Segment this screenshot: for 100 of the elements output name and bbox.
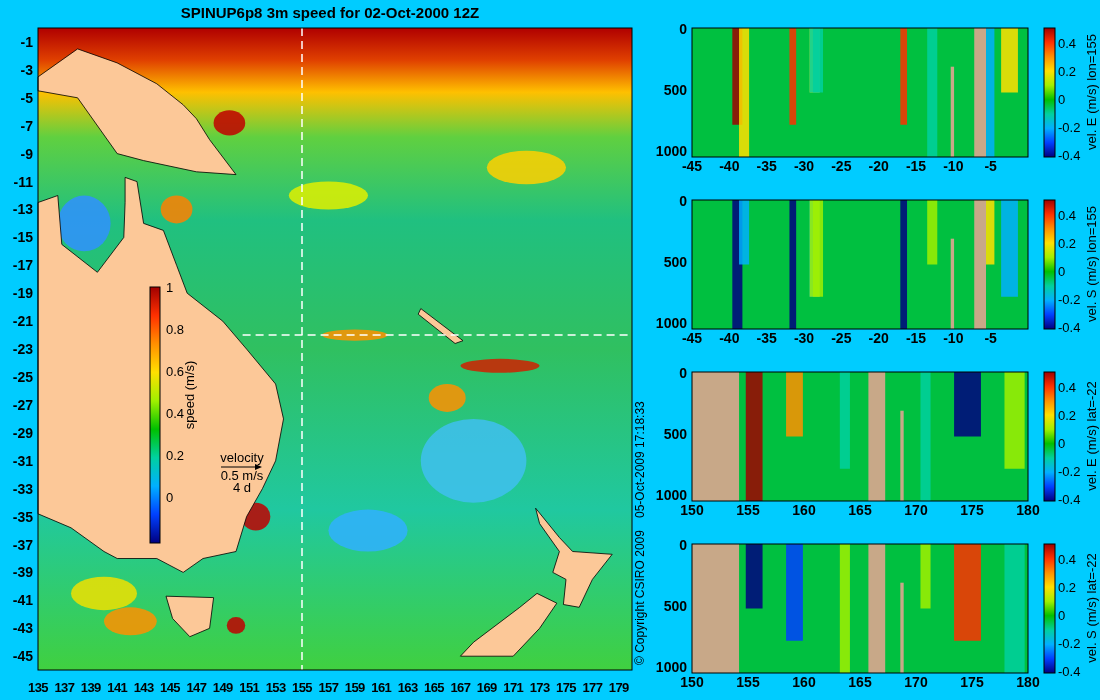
longitude-label: 171	[503, 680, 524, 695]
longitude-label: 179	[608, 680, 629, 695]
timestamp-text: 05-Oct-2009 17:18:33	[633, 401, 647, 518]
latitude-label: -29	[12, 424, 33, 441]
axis-label: -40	[719, 158, 740, 174]
axis-label: 150	[680, 502, 704, 518]
depth-label: 0	[679, 193, 687, 209]
axis-label: -30	[793, 330, 815, 346]
latitude-label: -27	[12, 396, 33, 413]
latitude-label: -17	[12, 257, 33, 274]
longitude-label: 173	[529, 680, 550, 695]
colorbar-label: 0.4	[1058, 208, 1077, 223]
longitude-label: 157	[318, 680, 339, 695]
axis-label: 155	[736, 674, 760, 690]
depth-label: 500	[663, 82, 687, 98]
depth-label: 1000	[655, 659, 687, 675]
longitude-label: 139	[80, 680, 101, 695]
axis-label: -10	[943, 330, 964, 346]
depth-label: 500	[663, 598, 687, 614]
colorbar-label: 0	[166, 490, 174, 505]
axis-label: -35	[756, 330, 777, 346]
axis-label: 170	[904, 674, 928, 690]
colorbar-label: 0.4	[166, 406, 185, 421]
section-title: vel. E (m/s) lon=155	[1084, 34, 1099, 150]
axis-label: 160	[792, 502, 816, 518]
latitude-label: -3	[20, 61, 33, 78]
axis-label: 155	[736, 502, 760, 518]
section-title: vel. E (m/s) lat=-22	[1084, 381, 1099, 491]
colorbar-title: speed (m/s)	[182, 360, 197, 430]
latitude-label: -19	[12, 285, 33, 302]
longitude-label: 163	[397, 680, 418, 695]
colorbar-label: -0.2	[1058, 120, 1081, 135]
axis-label: -20	[868, 158, 889, 174]
colorbar-label: 0.2	[1058, 580, 1077, 595]
colorbar-label: 0	[1058, 436, 1066, 451]
depth-label: 1000	[655, 143, 687, 159]
colorbar-label: 0.4	[1058, 552, 1077, 567]
longitude-label: 149	[212, 680, 233, 695]
longitude-label: 153	[265, 680, 286, 695]
longitude-label: 141	[107, 680, 128, 695]
longitude-label: 151	[239, 680, 260, 695]
colorbar-label: -0.4	[1058, 664, 1081, 679]
colorbar-label: -0.4	[1058, 320, 1081, 335]
axis-label: 160	[792, 674, 816, 690]
depth-label: 0	[679, 365, 687, 381]
depth-label: 1000	[655, 487, 687, 503]
latitude-label: -9	[20, 145, 33, 162]
colorbar-label: 0.2	[166, 448, 185, 463]
depth-label: 500	[663, 254, 687, 270]
axis-label: -30	[793, 158, 815, 174]
axis-label: 165	[848, 502, 872, 518]
axis-label: -40	[719, 330, 740, 346]
legend-duration: 4 d	[232, 480, 252, 495]
colorbar-label: 0.6	[166, 364, 185, 379]
latitude-label: -25	[12, 369, 33, 385]
latitude-label: -37	[12, 536, 33, 553]
depth-label: 0	[679, 21, 687, 37]
map-title: SPINUP6p8 3m speed for 02-Oct-2000 12Z	[180, 4, 480, 21]
latitude-label: -31	[12, 452, 33, 469]
longitude-label: 161	[371, 680, 392, 695]
longitude-label: 175	[556, 680, 576, 695]
colorbar-label: 0	[1058, 92, 1066, 107]
axis-label: 150	[680, 674, 704, 690]
latitude-label: -23	[12, 341, 33, 358]
legend-speed: 0.5 m/s	[220, 468, 264, 483]
colorbar-label: 0.4	[1058, 36, 1077, 51]
section-title: vel. S (m/s) lon=155	[1084, 206, 1099, 322]
longitude-label: 167	[450, 680, 471, 695]
axis-label: -25	[831, 330, 852, 346]
axis-label: 180	[1016, 502, 1040, 518]
colorbar-label: -0.4	[1058, 492, 1081, 507]
axis-label: 175	[960, 502, 984, 518]
colorbar-label: -0.2	[1058, 292, 1081, 307]
latitude-label: -39	[12, 564, 33, 581]
colorbar-label: 0.2	[1058, 408, 1077, 423]
longitude-label: 155	[292, 680, 312, 695]
axis-label: -15	[905, 158, 927, 174]
colorbar-label: 0	[1058, 608, 1066, 623]
latitude-label: -41	[12, 592, 33, 609]
section-title: vel. S (m/s) lat=-22	[1084, 553, 1099, 663]
latitude-label: -11	[13, 173, 33, 190]
axis-label: -45	[681, 158, 703, 174]
latitude-label: -7	[20, 117, 33, 134]
colorbar-label: 0.8	[166, 322, 185, 337]
latitude-label: -21	[12, 313, 33, 330]
axis-label: -45	[681, 330, 703, 346]
latitude-label: -45	[12, 648, 33, 665]
latitude-label: -1	[20, 33, 33, 50]
scale-arrow-icon	[220, 464, 262, 470]
longitude-label: 177	[582, 680, 603, 695]
longitude-label: 165	[424, 680, 444, 695]
latitude-label: -43	[12, 620, 33, 637]
depth-label: 1000	[655, 315, 687, 331]
colorbar-label: 0.2	[1058, 236, 1077, 251]
axis-label: 165	[848, 674, 872, 690]
longitude-label: 147	[186, 680, 207, 695]
axis-label: -25	[831, 158, 852, 174]
axis-label: -35	[756, 158, 777, 174]
longitude-label: 159	[344, 680, 365, 695]
longitude-label: 143	[133, 680, 154, 695]
